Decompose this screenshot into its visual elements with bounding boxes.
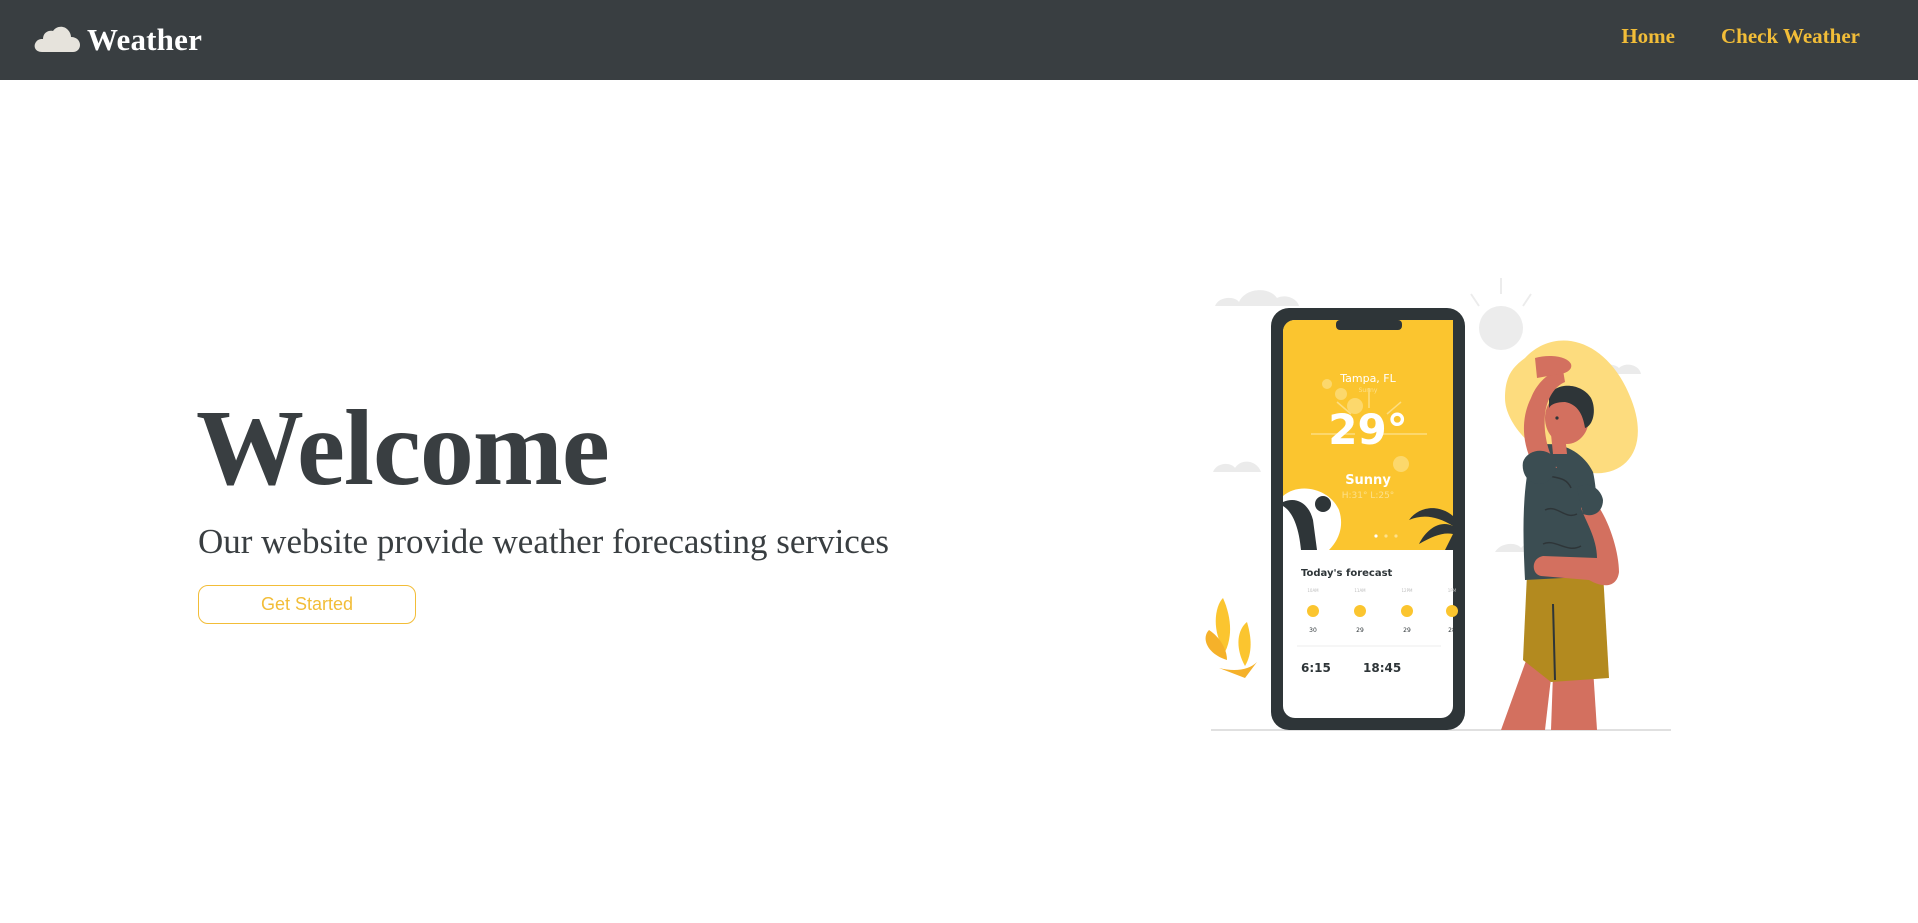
phone-sunset: 18:45 xyxy=(1363,661,1401,675)
sun-icon xyxy=(1470,278,1532,350)
svg-text:12PM: 12PM xyxy=(1402,588,1414,593)
brand-name: Weather xyxy=(87,22,203,57)
weather-app-illustration: Tampa, FL Sunny 29° Sunny H:31° L:25° To… xyxy=(1205,278,1671,731)
brand-logo[interactable]: Weather xyxy=(33,18,202,62)
svg-text:28: 28 xyxy=(1448,627,1456,634)
get-started-button[interactable]: Get Started xyxy=(198,585,416,624)
phone-high-low: H:31° L:25° xyxy=(1342,491,1395,501)
svg-text:30: 30 xyxy=(1309,627,1317,634)
nav-check-weather-link[interactable]: Check Weather xyxy=(1721,24,1860,49)
phone-condition: Sunny xyxy=(1345,473,1391,488)
phone: Tampa, FL Sunny 29° Sunny H:31° L:25° To… xyxy=(1271,308,1465,730)
svg-text:1PM: 1PM xyxy=(1448,588,1457,593)
nav-menu: Home Check Weather xyxy=(1621,24,1860,49)
nav-home-link[interactable]: Home xyxy=(1621,24,1675,49)
plant-left xyxy=(1205,598,1257,678)
navbar: Weather Home Check Weather xyxy=(0,0,1918,80)
phone-location: Tampa, FL xyxy=(1339,372,1396,385)
phone-sunrise: 6:15 xyxy=(1301,661,1331,675)
svg-text:29: 29 xyxy=(1356,627,1364,634)
svg-text:11AM: 11AM xyxy=(1354,588,1366,593)
svg-text:29: 29 xyxy=(1403,627,1411,634)
hero-subtitle: Our website provide weather forecasting … xyxy=(198,522,889,561)
phone-date: Sunny xyxy=(1359,387,1378,394)
cloud-icon xyxy=(33,23,81,58)
phone-forecast-title: Today's forecast xyxy=(1301,568,1393,579)
hero-title: Welcome xyxy=(196,389,610,508)
svg-text:10AM: 10AM xyxy=(1307,588,1319,593)
phone-temperature: 29° xyxy=(1328,405,1407,454)
